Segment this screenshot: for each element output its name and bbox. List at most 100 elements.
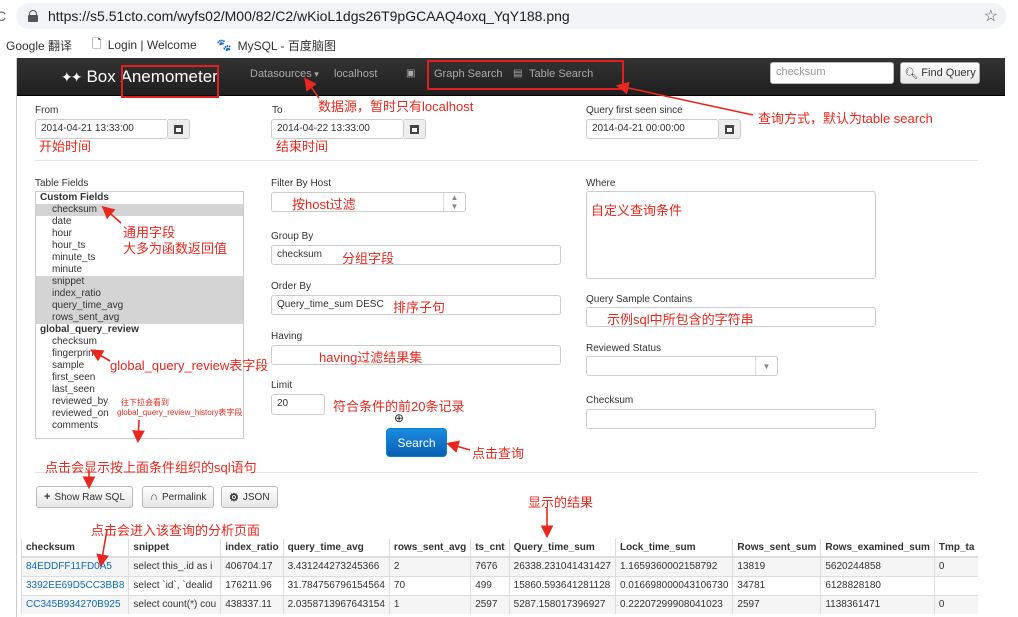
gear-icon: ⚙ (229, 491, 239, 504)
checksum-link[interactable]: CC345B934270B925 (26, 599, 121, 610)
search-button[interactable]: Search (386, 428, 447, 457)
json-button[interactable]: ⚙ JSON (221, 486, 278, 508)
annotation-datasource: 数据源，暂时只有localhost (318, 99, 474, 114)
to-label: To (272, 105, 283, 116)
annotation-custom-where: 自定义查询条件 (591, 203, 683, 218)
image-icon[interactable]: ▣ (406, 68, 415, 79)
bookmark-login[interactable]: 🗋 Login | Welcome (92, 35, 197, 56)
table-cell: 2597 (470, 594, 510, 614)
table-cell: 26338.231041431427 (508, 556, 616, 576)
field-option[interactable]: comments (36, 420, 243, 432)
field-option[interactable]: last_seen (36, 384, 243, 396)
find-query-button[interactable]: 🔍︎ Find Query (900, 62, 980, 84)
field-group-label: Custom Fields (40, 192, 109, 203)
group-by-input[interactable]: checksum (271, 245, 561, 265)
table-cell: 2.0358713967643154 (282, 594, 390, 614)
column-header[interactable]: rows_sent_avg (388, 539, 471, 558)
table-cell: 6128828180 (820, 575, 935, 595)
annotation-having-filter: having过滤结果集 (319, 350, 423, 365)
table-cell: 2597 (732, 594, 821, 614)
bookmark-google-translate[interactable]: Google 翻译 (0, 37, 72, 54)
table-cell: 499 (470, 575, 510, 595)
column-header[interactable]: query_time_avg (282, 539, 390, 558)
checksum-input[interactable] (586, 409, 876, 429)
column-header[interactable]: index_ratio (220, 539, 284, 558)
checksum-search-input[interactable]: checksum (770, 62, 894, 84)
nav-localhost[interactable]: localhost (334, 68, 377, 80)
table-cell: 31.784756796154564 (282, 575, 390, 595)
from-calendar-button[interactable] (168, 119, 190, 139)
column-header[interactable]: snippet (128, 539, 221, 558)
annotation-sample-contains: 示例sql中所包含的字符串 (607, 312, 754, 327)
field-option[interactable]: minute (36, 264, 243, 276)
table-cell: 15860.593641281128 (508, 575, 616, 595)
bookmark-star-icon[interactable]: ☆ (984, 6, 998, 26)
browser-toolbar: C https://s5.51cto.com/wyfs02/M00/82/C2/… (0, 0, 1018, 32)
annotation-raw-sql: 点击会显示按上面条件组织的sql语句 (45, 460, 257, 475)
field-option[interactable]: checksum (36, 336, 243, 348)
url-text[interactable]: https://s5.51cto.com/wyfs02/M00/82/C2/wK… (48, 8, 570, 24)
field-option[interactable]: snippet (36, 276, 243, 288)
first-seen-input[interactable]: 2014-04-21 00:00:00 (586, 119, 719, 139)
annotation-box-search-mode (427, 60, 624, 90)
lock-icon (28, 10, 38, 22)
table-cell[interactable]: CC345B934270B925 (20, 594, 129, 614)
sample-contains-label: Query Sample Contains (586, 294, 693, 305)
column-header[interactable]: checksum (20, 539, 129, 558)
column-header[interactable]: Rows_examined_sum (820, 539, 935, 558)
field-option[interactable]: checksum (36, 204, 243, 216)
table-row: 84EDDFF11FD0A5 select this_.id as i 406704… (20, 556, 979, 576)
anemometer-app: ✦✦ Box Anemometer Datasources localhost … (16, 58, 1005, 617)
to-calendar-button[interactable] (404, 119, 426, 139)
table-cell (933, 575, 979, 595)
table-cell: select this_.id as i (128, 556, 221, 576)
show-raw-sql-button[interactable]: + Show Raw SQL (36, 486, 134, 508)
field-option[interactable]: index_ratio (36, 288, 243, 300)
table-cell: 70 (388, 575, 471, 595)
table-row: 3392EE69D5CC3BB8 select `id`, `dealid 1762… (20, 575, 979, 595)
table-cell[interactable]: 84EDDFF11FD0A5 (20, 556, 129, 576)
plus-icon: + (44, 491, 51, 503)
annotation-common-fields-2: 大多为函数返回值 (123, 241, 228, 256)
column-header[interactable]: Lock_time_sum (614, 539, 733, 558)
results-table: checksum snippet index_ratio query_time_avg… (20, 539, 979, 614)
page-icon: 🗋 (92, 36, 102, 51)
order-by-label: Order By (271, 281, 312, 292)
table-cell: 34781 (732, 575, 821, 595)
bookmark-mysql-mindmap[interactable]: 🐾 MySQL - 百度脑图 (217, 37, 336, 54)
checksum-link[interactable]: 84EDDFF11FD0A5 (26, 561, 112, 572)
column-header[interactable]: Query_time_sum (508, 539, 616, 558)
annotation-box-brand (121, 65, 219, 98)
limit-input[interactable]: 20 (271, 394, 325, 415)
group-by-label: Group By (271, 231, 314, 242)
annotation-order-clause: 排序子句 (393, 300, 446, 315)
annotation-search-mode: 查询方式，默认为table search (758, 111, 933, 126)
column-header[interactable]: Rows_sent_sum (732, 539, 821, 558)
permalink-button[interactable]: ∩ Permalink (142, 486, 215, 508)
table-fields-label: Table Fields (35, 178, 89, 189)
reload-icon[interactable]: C (0, 8, 6, 24)
mindmap-icon: 🐾 (216, 38, 232, 52)
reviewed-status-select[interactable]: ▼ (586, 356, 778, 376)
table-cell: select count(*) cou (128, 594, 221, 614)
search-icon: 🔍︎ (904, 67, 919, 80)
column-header[interactable]: Tmp_ta (933, 539, 979, 558)
address-bar[interactable]: https://s5.51cto.com/wyfs02/M00/82/C2/wK… (16, 3, 1006, 29)
table-cell: 1.1659360002158792 (614, 556, 733, 576)
limit-label: Limit (271, 380, 293, 391)
table-cell[interactable]: 3392EE69D5CC3BB8 (20, 575, 129, 595)
first-seen-calendar-button[interactable] (719, 119, 741, 139)
field-option[interactable]: query_time_avg (36, 300, 243, 312)
field-option[interactable]: rows_sent_avg (36, 312, 243, 324)
table-cell: 406704.17 (220, 556, 284, 576)
checksum-link[interactable]: 3392EE69D5CC3BB8 (26, 580, 124, 591)
table-cell: 176211.96 (220, 575, 284, 595)
table-cell: 0 (933, 594, 979, 614)
calendar-icon (174, 124, 183, 134)
field-group-label: global_query_review (40, 324, 139, 335)
nav-datasources[interactable]: Datasources (250, 68, 319, 80)
annotation-start-time: 开始时间 (39, 139, 92, 154)
table-cell: 1 (388, 594, 471, 614)
annotation-end-time: 结束时间 (276, 139, 329, 154)
column-header[interactable]: ts_cnt (470, 539, 510, 558)
